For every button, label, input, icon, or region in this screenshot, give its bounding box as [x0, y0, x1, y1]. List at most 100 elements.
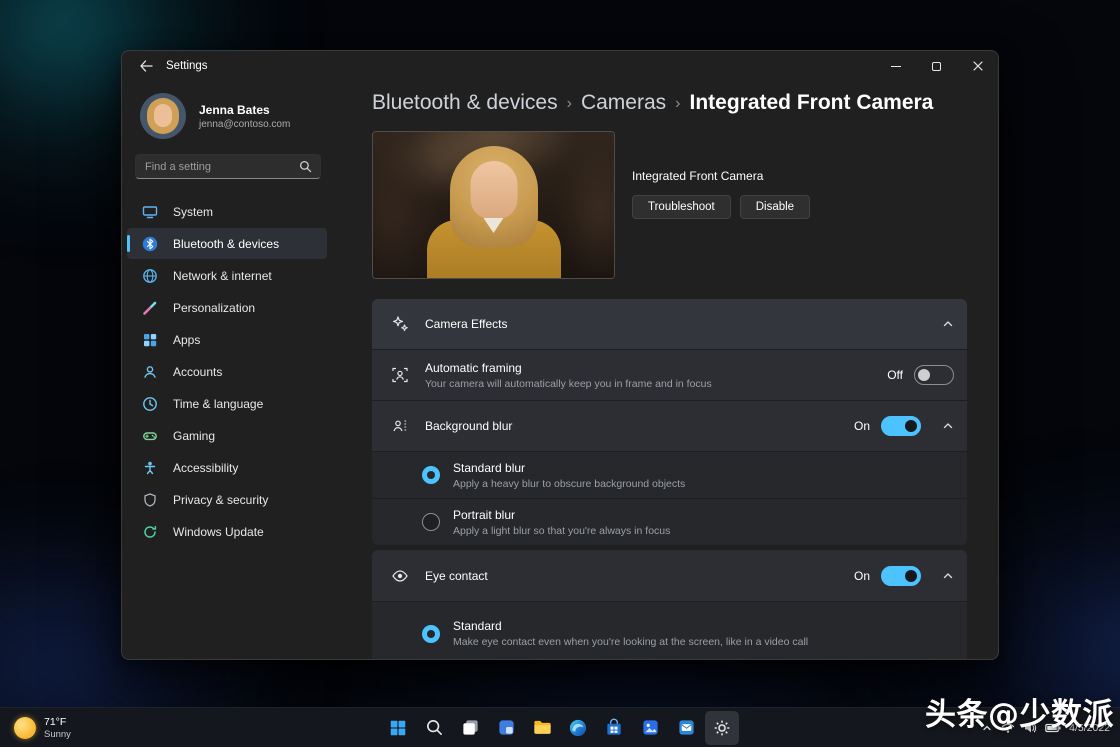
sidebar-item-personalization[interactable]: Personalization — [127, 292, 327, 323]
eye-contact-state: On — [853, 568, 870, 583]
titlebar: Settings — [122, 51, 998, 81]
file-explorer-icon — [533, 720, 551, 734]
widgets-button[interactable] — [489, 711, 523, 745]
sidebar-item-network-internet[interactable]: Network & internet — [127, 260, 327, 291]
background-blur-toggle[interactable] — [881, 416, 921, 436]
sidebar-item-label: Time & language — [173, 396, 264, 411]
taskbar-center — [381, 708, 739, 747]
sidebar-item-label: Network & internet — [173, 268, 272, 283]
sidebar-item-label: Accounts — [173, 364, 223, 379]
taskbar-search-button[interactable] — [417, 711, 451, 745]
background-blur-state: On — [853, 419, 870, 433]
standard-blur-radio[interactable] — [422, 466, 440, 484]
time-language-icon — [142, 396, 158, 412]
network-icon — [142, 268, 158, 284]
troubleshoot-button[interactable]: Troubleshoot — [632, 195, 731, 219]
breadcrumb-separator-icon: › — [675, 95, 681, 112]
breadcrumb: Bluetooth & devices › Cameras › Integrat… — [372, 89, 967, 117]
eye-contact-standard-option[interactable]: Standard Make eye contact even when you'… — [372, 601, 967, 659]
profile[interactable]: Jenna Bates jenna@contoso.com — [140, 93, 371, 139]
sidebar-item-bluetooth-devices[interactable]: Bluetooth & devices — [127, 228, 327, 259]
file-explorer-button[interactable] — [525, 711, 559, 745]
sidebar-item-accounts[interactable]: Accounts — [127, 356, 327, 387]
sun-icon — [14, 716, 36, 739]
sidebar-nav: System Bluetooth & devices Network & int… — [122, 196, 371, 547]
task-view-button[interactable] — [453, 711, 487, 745]
maximize-button[interactable] — [916, 51, 957, 81]
window-controls — [875, 51, 998, 81]
sidebar-item-label: Privacy & security — [173, 492, 269, 507]
chevron-up-icon[interactable] — [942, 420, 954, 432]
profile-text: Jenna Bates jenna@contoso.com — [199, 103, 290, 130]
search-box[interactable] — [135, 154, 321, 179]
automatic-framing-toggle[interactable] — [914, 365, 954, 385]
profile-name: Jenna Bates — [199, 102, 270, 117]
disable-button[interactable]: Disable — [739, 195, 811, 219]
windows-update-icon — [142, 524, 158, 540]
settings-icon — [714, 720, 730, 735]
accessibility-icon — [142, 460, 158, 476]
minimize-button[interactable] — [875, 51, 916, 81]
eye-contact-standard-radio[interactable] — [422, 624, 440, 643]
weather-temp: 71°F — [44, 715, 67, 728]
close-icon — [972, 61, 983, 71]
portrait-blur-option[interactable]: Portrait blur Apply a light blur so that… — [372, 498, 967, 545]
personalization-icon — [142, 300, 158, 316]
camera-effects-label: Camera Effects — [425, 317, 508, 331]
sidebar-item-privacy-security[interactable]: Privacy & security — [127, 484, 327, 515]
breadcrumb-separator-icon: › — [566, 95, 572, 112]
background-blur-icon — [390, 416, 410, 436]
sidebar-item-label: System — [173, 204, 214, 219]
task-view-icon — [462, 720, 478, 735]
camera-effects-header[interactable]: Camera Effects — [372, 299, 967, 349]
standard-blur-title: Standard blur — [453, 460, 526, 475]
chevron-up-icon[interactable] — [942, 318, 954, 330]
automatic-framing-desc: Your camera will automatically keep you … — [425, 377, 712, 390]
sidebar-item-gaming[interactable]: Gaming — [127, 420, 327, 451]
sidebar-item-apps[interactable]: Apps — [127, 324, 327, 355]
photos-button[interactable] — [633, 711, 667, 745]
edge-button[interactable] — [561, 711, 595, 745]
eye-contact-row[interactable]: Eye contact On — [372, 550, 967, 601]
eye-contact-toggle[interactable] — [881, 565, 921, 586]
close-button[interactable] — [957, 51, 998, 81]
camera-effects-group: Camera Effects Automatic framing Your ca… — [372, 299, 967, 545]
maximize-icon — [932, 61, 941, 71]
chevron-up-icon[interactable] — [942, 570, 954, 582]
standard-blur-desc: Apply a heavy blur to obscure background… — [453, 477, 686, 490]
edge-icon — [569, 719, 587, 736]
sidebar-item-accessibility[interactable]: Accessibility — [127, 452, 327, 483]
settings-button[interactable] — [705, 710, 739, 745]
privacy-security-icon — [142, 492, 158, 508]
sidebar-item-label: Gaming — [173, 428, 216, 443]
background-blur-row[interactable]: Background blur On — [372, 400, 967, 451]
search-input[interactable] — [136, 160, 299, 173]
weather-widget[interactable]: 71°F Sunny — [6, 708, 79, 747]
apps-icon — [142, 332, 158, 348]
mail-button[interactable] — [669, 711, 703, 745]
start-button[interactable] — [381, 711, 415, 745]
sidebar-item-system[interactable]: System — [127, 196, 327, 227]
back-button[interactable] — [139, 60, 153, 72]
mail-icon — [678, 720, 694, 735]
sidebar-item-windows-update[interactable]: Windows Update — [127, 516, 327, 547]
standard-blur-option[interactable]: Standard blur Apply a heavy blur to obsc… — [372, 451, 967, 498]
search-icon — [299, 160, 312, 173]
eye-contact-title: Eye contact — [425, 568, 488, 583]
eye-contact-standard-desc: Make eye contact even when you're lookin… — [453, 636, 809, 648]
sidebar-item-label: Apps — [173, 332, 201, 347]
sidebar-item-label: Windows Update — [173, 524, 264, 539]
camera-preview-section: Integrated Front Camera Troubleshoot Dis… — [372, 131, 967, 279]
background-blur-title: Background blur — [425, 419, 513, 433]
sidebar-item-time-language[interactable]: Time & language — [127, 388, 327, 419]
store-icon — [607, 718, 621, 735]
breadcrumb-cameras[interactable]: Cameras — [581, 91, 666, 115]
breadcrumb-bluetooth-devices[interactable]: Bluetooth & devices — [372, 91, 558, 115]
portrait-blur-radio[interactable] — [422, 513, 440, 531]
store-button[interactable] — [597, 711, 631, 745]
photos-icon — [642, 720, 658, 735]
portrait-blur-title: Portrait blur — [453, 507, 516, 522]
camera-preview — [372, 131, 615, 279]
sidebar: Jenna Bates jenna@contoso.com System Blu… — [122, 81, 371, 659]
avatar — [140, 93, 186, 139]
